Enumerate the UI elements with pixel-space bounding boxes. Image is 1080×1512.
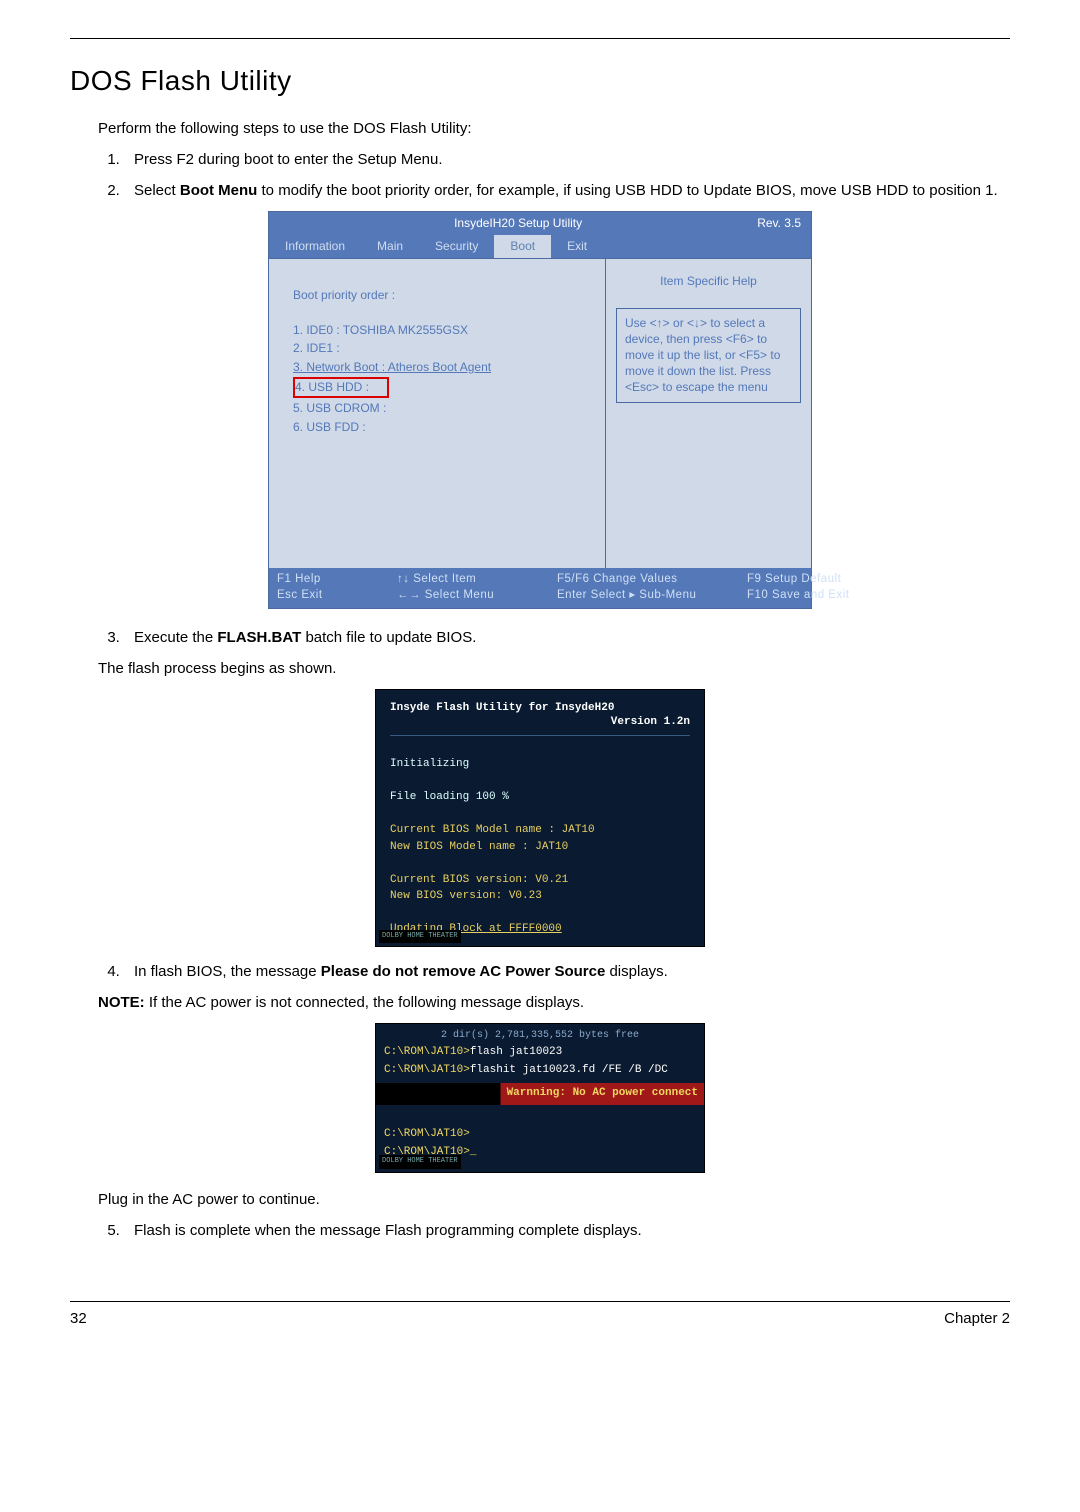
boot-item-1: 1. IDE0 : TOSHIBA MK2555GSX <box>293 322 587 339</box>
bios-tab-exit: Exit <box>551 235 603 258</box>
bios-title-center: InsydeIH20 Setup Utility <box>454 215 582 232</box>
boot-item-3: 3. Network Boot : Atheros Boot Agent <box>293 359 587 376</box>
boot-priority-heading: Boot priority order : <box>293 287 587 304</box>
step-2: Select Boot Menu to modify the boot prio… <box>124 180 1010 201</box>
foot-enter: Enter Select ▸ Sub-Menu <box>557 587 747 603</box>
intro-text: Perform the following steps to use the D… <box>98 118 1010 139</box>
term2-warning-bar: Warnning: No AC power connect <box>376 1083 704 1105</box>
step-3: Execute the FLASH.BAT batch file to upda… <box>124 627 1010 648</box>
term1-new-ver: New BIOS version: V0.23 <box>390 888 690 905</box>
dolby-badge-icon: DOLBY HOME THEATER <box>379 930 461 943</box>
foot-f5f6: F5/F6 Change Values <box>557 571 747 587</box>
bios-tab-information: Information <box>269 235 361 258</box>
boot-item-6: 6. USB FDD : <box>293 419 587 436</box>
step-4: In flash BIOS, the message Please do not… <box>124 961 1010 982</box>
foot-f9: F9 Setup Default <box>747 571 907 587</box>
foot-esc: Esc Exit <box>277 587 397 603</box>
bios-tabs: Information Main Security Boot Exit <box>269 235 811 258</box>
steps-list-cont2: In flash BIOS, the message Please do not… <box>124 961 1010 982</box>
bios-right-pane: Item Specific Help Use <↑> or <↓> to sel… <box>605 259 811 568</box>
term1-version: Version 1.2n <box>390 714 690 731</box>
flash-terminal-screenshot: Insyde Flash Utility for InsydeH20 Versi… <box>375 689 705 947</box>
ac-warning-screenshot: 2 dir(s) 2,781,335,552 bytes free C:\ROM… <box>375 1023 705 1173</box>
term2-line1: C:\ROM\JAT10>flash jat10023 <box>384 1044 696 1062</box>
term2-line2: C:\ROM\JAT10>flashit jat10023.fd /FE /B … <box>384 1062 696 1080</box>
term2-warning-text: Warnning: No AC power connect <box>507 1085 698 1103</box>
top-rule <box>70 38 1010 39</box>
page-number: 32 <box>70 1308 87 1329</box>
page-title: DOS Flash Utility <box>70 61 1010 100</box>
chapter-label: Chapter 2 <box>944 1308 1010 1329</box>
term1-cur-model: Current BIOS Model name : JAT10 <box>390 822 690 839</box>
bios-footer: F1 Help ↑↓ Select Item F5/F6 Change Valu… <box>269 568 811 608</box>
steps-list-cont3: Flash is complete when the message Flash… <box>124 1220 1010 1241</box>
term2-top: 2 dir(s) 2,781,335,552 bytes free <box>384 1028 696 1044</box>
bios-tab-boot: Boot <box>494 235 551 258</box>
item-help-text: Use <↑> or <↓> to select a device, then … <box>616 308 801 403</box>
after-step3-text: The flash process begins as shown. <box>98 658 1010 679</box>
plug-text: Plug in the AC power to continue. <box>98 1189 1010 1210</box>
dolby-badge-icon: DOLBY HOME THEATER <box>379 1155 461 1168</box>
boot-item-2: 2. IDE1 : <box>293 340 587 357</box>
term1-loading: File loading 100 % <box>390 789 690 806</box>
foot-updown: ↑↓ Select Item <box>397 571 557 587</box>
item-help-title: Item Specific Help <box>606 273 811 290</box>
step-1: Press F2 during boot to enter the Setup … <box>124 149 1010 170</box>
step-5: Flash is complete when the message Flash… <box>124 1220 1010 1241</box>
boot-item-4-highlight: 4. USB HDD : <box>293 378 587 398</box>
boot-item-5: 5. USB CDROM : <box>293 400 587 417</box>
page-footer: 32 Chapter 2 <box>70 1301 1010 1329</box>
foot-f10: F10 Save and Exit <box>747 587 907 603</box>
foot-f1: F1 Help <box>277 571 397 587</box>
term1-init: Initializing <box>390 756 690 773</box>
bios-tab-main: Main <box>361 235 419 258</box>
bios-left-pane: Boot priority order : 1. IDE0 : TOSHIBA … <box>269 259 605 568</box>
bios-tab-security: Security <box>419 235 494 258</box>
note-line: NOTE: If the AC power is not connected, … <box>98 992 1010 1013</box>
term2-line3: C:\ROM\JAT10> <box>384 1126 696 1144</box>
foot-leftright: ←→ Select Menu <box>397 587 557 603</box>
term1-new-model: New BIOS Model name : JAT10 <box>390 839 690 856</box>
bios-titlebar: InsydeIH20 Setup Utility Rev. 3.5 <box>269 212 811 235</box>
term1-cur-ver: Current BIOS version: V0.21 <box>390 872 690 889</box>
steps-list: Press F2 during boot to enter the Setup … <box>124 149 1010 201</box>
bios-setup-screenshot: InsydeIH20 Setup Utility Rev. 3.5 Inform… <box>268 211 812 609</box>
steps-list-cont: Execute the FLASH.BAT batch file to upda… <box>124 627 1010 648</box>
bios-title-rev: Rev. 3.5 <box>757 215 801 232</box>
